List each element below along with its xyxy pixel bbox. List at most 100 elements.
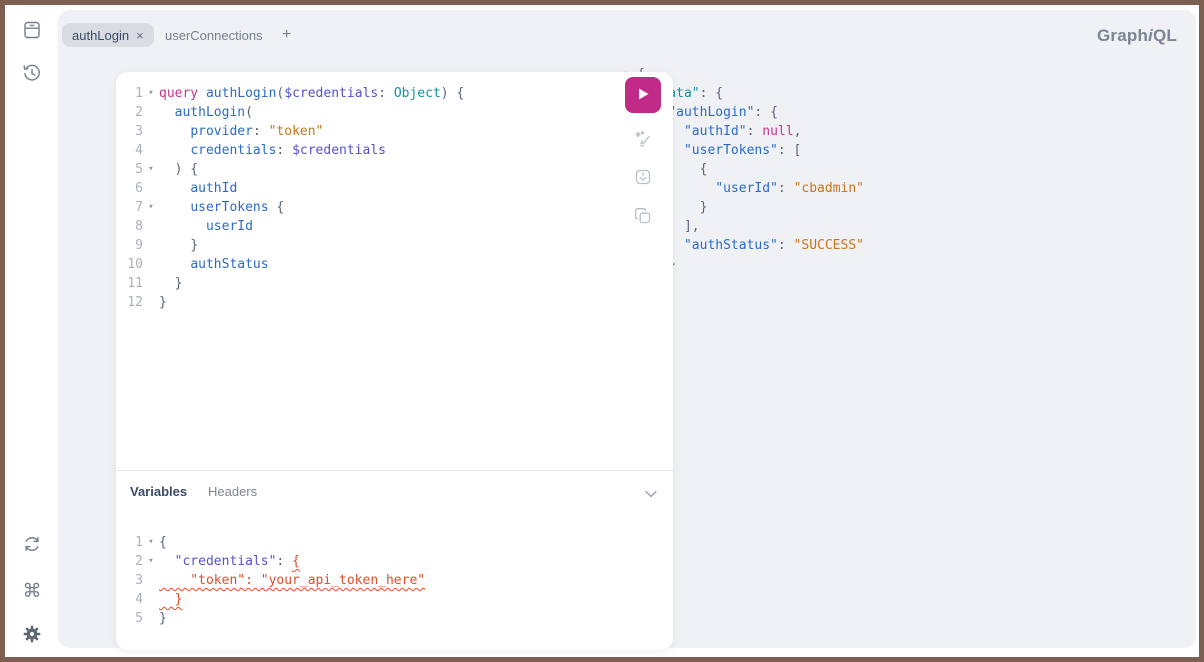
code-line: 2 authLogin( bbox=[124, 103, 464, 122]
token: { bbox=[159, 535, 167, 550]
fold-spacer bbox=[143, 590, 159, 609]
token: ) { bbox=[175, 162, 198, 177]
token: "authLogin" bbox=[668, 105, 754, 120]
token bbox=[786, 238, 794, 253]
fold-spacer bbox=[143, 103, 159, 122]
fold-spacer bbox=[143, 236, 159, 255]
docs-explorer-button[interactable] bbox=[21, 21, 43, 43]
line-number: 2 bbox=[124, 552, 143, 571]
fold-spacer bbox=[143, 217, 159, 236]
add-tab-button[interactable]: + bbox=[274, 23, 299, 47]
line-number: 1 bbox=[124, 533, 143, 552]
code-line: 1▾{ bbox=[124, 533, 425, 552]
token bbox=[159, 554, 175, 569]
tab-variables[interactable]: Variables bbox=[130, 484, 187, 499]
fold-arrow-icon[interactable]: ▾ bbox=[143, 552, 159, 571]
code-text: } bbox=[159, 293, 167, 312]
token: ( bbox=[245, 105, 253, 120]
token: "token" bbox=[269, 124, 324, 139]
code-line: 5} bbox=[124, 609, 425, 628]
token bbox=[159, 124, 190, 139]
docs-icon bbox=[21, 19, 43, 46]
code-text: ) { bbox=[159, 160, 198, 179]
fold-spacer bbox=[143, 122, 159, 141]
code-line: 10 authStatus bbox=[124, 255, 464, 274]
code-text: credentials: $credentials bbox=[159, 141, 386, 160]
token: null bbox=[762, 124, 793, 139]
token: "authId" bbox=[684, 124, 747, 139]
token bbox=[159, 257, 190, 272]
token: } bbox=[190, 238, 198, 253]
line-number: 8 bbox=[124, 217, 143, 236]
variables-editor[interactable]: 1▾{2▾ "credentials": {3 "token": "your_a… bbox=[124, 533, 425, 628]
token: : bbox=[778, 238, 786, 253]
execute-query-button[interactable] bbox=[625, 77, 661, 113]
chevron-down-icon bbox=[645, 486, 657, 501]
graphiql-logo: GraphiQL bbox=[1097, 26, 1177, 46]
token: authId bbox=[190, 181, 237, 196]
token: { bbox=[276, 200, 284, 215]
fold-arrow-icon[interactable]: ▾ bbox=[143, 533, 159, 552]
collapse-editor-button[interactable] bbox=[643, 485, 659, 501]
tab-bar: authLogin × userConnections + GraphiQL bbox=[58, 10, 1196, 62]
query-editor[interactable]: 1▾query authLogin($credentials: Object) … bbox=[124, 84, 464, 312]
settings-button[interactable] bbox=[21, 625, 43, 647]
code-text: query authLogin($credentials: Object) { bbox=[159, 84, 464, 103]
code-line: 4 } bbox=[124, 590, 425, 609]
code-line: 3 "token": "your_api_token_here" bbox=[124, 571, 425, 590]
token bbox=[159, 105, 175, 120]
code-line: 2▾ "credentials": { bbox=[124, 552, 425, 571]
token: : bbox=[778, 143, 786, 158]
close-tab-icon[interactable]: × bbox=[136, 29, 144, 42]
line-number: 5 bbox=[124, 609, 143, 628]
token bbox=[786, 181, 794, 196]
token: authLogin bbox=[206, 86, 276, 101]
prettify-icon bbox=[632, 128, 654, 153]
merge-fragments-button[interactable] bbox=[629, 164, 657, 192]
token: } bbox=[175, 276, 183, 291]
token: , bbox=[794, 124, 802, 139]
fold-arrow-icon[interactable]: ▾ bbox=[143, 198, 159, 217]
line-number: 11 bbox=[124, 274, 143, 293]
merge-icon bbox=[632, 166, 654, 191]
history-button[interactable] bbox=[21, 64, 43, 86]
token: ], bbox=[684, 219, 700, 234]
token: : bbox=[253, 124, 261, 139]
code-line: 5▾ ) { bbox=[124, 160, 464, 179]
tab-userconnections[interactable]: userConnections bbox=[157, 23, 271, 47]
code-line: 8 userId bbox=[124, 217, 464, 236]
line-number: 1 bbox=[124, 84, 143, 103]
tab-headers[interactable]: Headers bbox=[208, 484, 257, 499]
graphiql-app: ⌘ bbox=[0, 0, 1204, 662]
code-line: 4 credentials: $credentials bbox=[124, 141, 464, 160]
token: "userTokens" bbox=[684, 143, 778, 158]
token: "authStatus" bbox=[684, 238, 778, 253]
gear-icon bbox=[21, 623, 43, 650]
copy-icon bbox=[632, 205, 654, 230]
code-line: 3 provider: "token" bbox=[124, 122, 464, 141]
refetch-schema-button[interactable] bbox=[21, 535, 43, 557]
token bbox=[159, 162, 175, 177]
code-line: 9 } bbox=[124, 236, 464, 255]
code-line: 11 } bbox=[124, 274, 464, 293]
prettify-button[interactable] bbox=[629, 126, 657, 154]
token: } bbox=[159, 611, 167, 626]
token: "credentials" bbox=[175, 554, 277, 569]
line-number: 7 bbox=[124, 198, 143, 217]
keyboard-shortcuts-button[interactable]: ⌘ bbox=[21, 580, 43, 602]
fold-arrow-icon[interactable]: ▾ bbox=[143, 160, 159, 179]
editor-divider bbox=[116, 470, 673, 471]
code-text: userId bbox=[159, 217, 253, 236]
code-text: userTokens { bbox=[159, 198, 284, 217]
token: { bbox=[770, 105, 778, 120]
token bbox=[762, 105, 770, 120]
tab-authlogin[interactable]: authLogin × bbox=[62, 23, 154, 47]
copy-query-button[interactable] bbox=[629, 203, 657, 231]
sessions-area: authLogin × userConnections + GraphiQL 1… bbox=[58, 10, 1196, 648]
token: query bbox=[159, 86, 198, 101]
token bbox=[261, 124, 269, 139]
editors-card: 1▾query authLogin($credentials: Object) … bbox=[116, 72, 673, 650]
line-number: 3 bbox=[124, 571, 143, 590]
token: } bbox=[159, 295, 167, 310]
fold-arrow-icon[interactable]: ▾ bbox=[143, 84, 159, 103]
